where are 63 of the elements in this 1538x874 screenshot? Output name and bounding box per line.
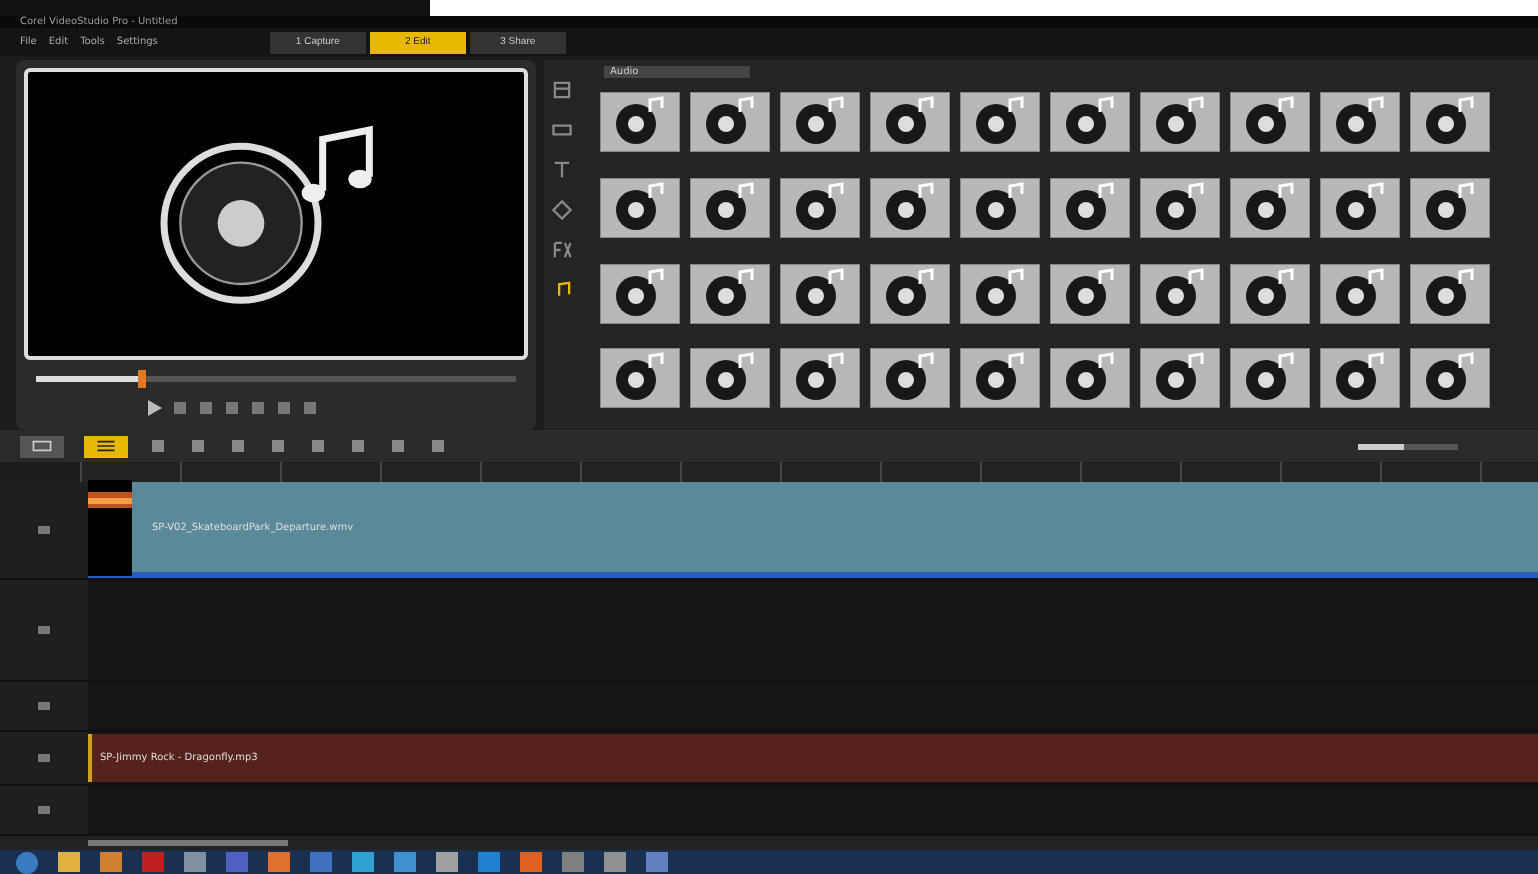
title-icon	[552, 160, 572, 180]
audio-clip-thumbnail[interactable]	[1410, 177, 1490, 238]
audio-clip-thumbnail[interactable]	[1320, 348, 1400, 409]
audio-clip-thumbnail[interactable]	[1410, 92, 1490, 152]
audio-clip-thumbnail[interactable]	[1050, 263, 1130, 323]
audio-clip-thumbnail[interactable]	[870, 177, 950, 238]
view-toggle[interactable]	[84, 435, 128, 457]
view-toggle[interactable]	[20, 435, 64, 457]
media-icon	[552, 80, 572, 100]
transition-icon	[552, 120, 572, 140]
audio-clip-thumbnail[interactable]	[600, 177, 680, 238]
audio-clip-thumbnail[interactable]	[780, 263, 860, 323]
play-icon[interactable]	[144, 398, 164, 418]
audio-clip-thumbnail[interactable]	[1050, 92, 1130, 152]
diamond-icon	[552, 200, 572, 220]
audio-clip-thumbnail[interactable]	[1230, 177, 1310, 238]
library-category-button[interactable]	[548, 76, 576, 104]
timeline-icon	[96, 440, 116, 452]
track-icon	[34, 520, 54, 540]
audio-clip-thumbnail[interactable]	[1410, 263, 1490, 323]
audio-clip-thumbnail[interactable]	[870, 263, 950, 323]
track-icon	[34, 748, 54, 768]
audio-clip-thumbnail[interactable]	[1140, 348, 1220, 409]
audio-clip-thumbnail[interactable]	[1050, 348, 1130, 409]
audio-clip-thumbnail[interactable]	[1320, 92, 1400, 152]
audio-clip-thumbnail[interactable]	[1050, 177, 1130, 238]
track-icon	[34, 620, 54, 640]
audio-clip-thumbnail[interactable]	[960, 177, 1040, 238]
audio-clip-thumbnail[interactable]	[690, 263, 770, 323]
audio-clip-thumbnail[interactable]	[690, 177, 770, 238]
audio-clip-thumbnail[interactable]	[1320, 177, 1400, 238]
audio-clip-thumbnail[interactable]	[780, 177, 860, 238]
audio-clip-thumbnail[interactable]	[870, 92, 950, 152]
audio-clip-thumbnail[interactable]	[1140, 92, 1220, 152]
audio-clip-thumbnail[interactable]	[960, 92, 1040, 152]
audio-clip-thumbnail[interactable]	[600, 263, 680, 323]
track-icon	[34, 696, 54, 716]
audio-clip-thumbnail[interactable]	[600, 92, 680, 152]
zoom-slider[interactable]	[1358, 443, 1458, 449]
audio-clip-thumbnail[interactable]	[1230, 263, 1310, 323]
filter-icon	[552, 240, 572, 260]
audio-clip-thumbnail[interactable]	[1230, 92, 1310, 152]
audio-clip-thumbnail[interactable]	[1140, 263, 1220, 323]
scrollbar[interactable]	[88, 840, 288, 846]
audio-clip-thumbnail[interactable]	[1320, 263, 1400, 323]
audio-clip-thumbnail[interactable]	[690, 348, 770, 409]
audio-clip-thumbnail[interactable]	[1140, 177, 1220, 238]
library-category-button[interactable]	[548, 236, 576, 264]
audio-clip-thumbnail[interactable]	[780, 348, 860, 409]
trim-bar[interactable]	[137, 370, 146, 388]
audio-clip-thumbnail[interactable]	[780, 92, 860, 152]
storyboard-icon	[32, 440, 52, 452]
library-category-button[interactable]	[548, 196, 576, 224]
track-icon	[34, 800, 54, 820]
audio-clip-thumbnail[interactable]	[960, 348, 1040, 409]
start-button[interactable]	[16, 851, 38, 873]
audio-clip-thumbnail[interactable]	[870, 348, 950, 409]
scrub-slider[interactable]	[36, 376, 516, 382]
audio-clip-thumbnail[interactable]	[960, 263, 1040, 323]
audio-clip-thumbnail[interactable]	[1230, 348, 1310, 409]
audio-clip-thumbnail[interactable]	[1410, 348, 1490, 409]
audio-clip-thumbnail[interactable]	[690, 92, 770, 152]
audio-clip-thumbnail[interactable]	[600, 348, 680, 409]
